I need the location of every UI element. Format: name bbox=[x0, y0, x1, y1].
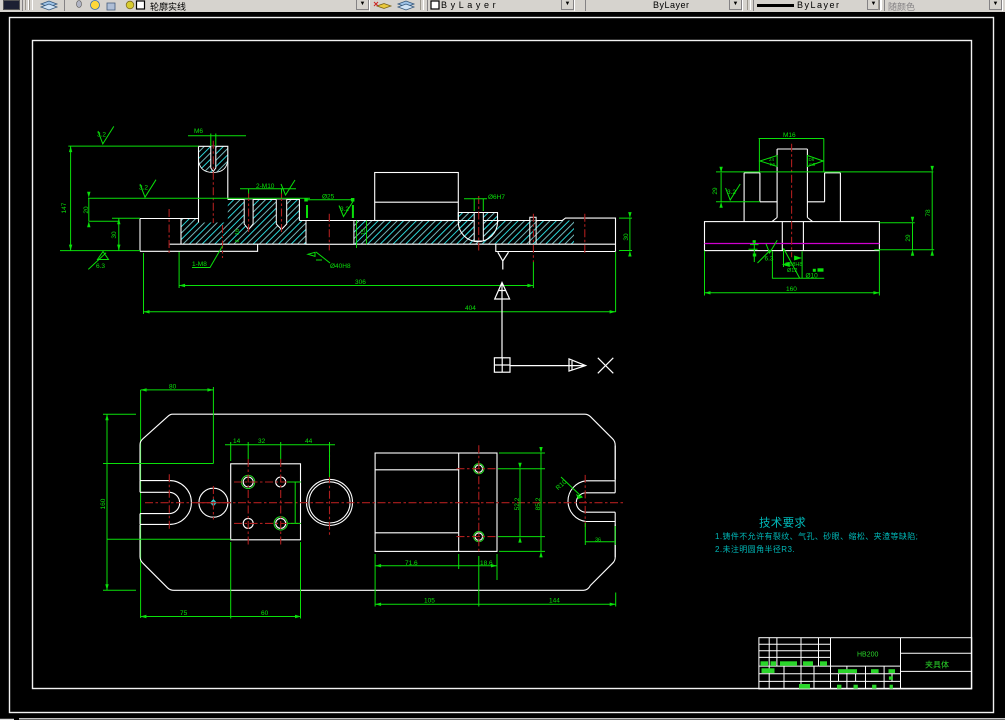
svg-text:71.6: 71.6 bbox=[405, 560, 418, 567]
svg-text:8: 8 bbox=[235, 239, 241, 242]
svg-text:160: 160 bbox=[786, 286, 797, 293]
svg-text:18.6: 18.6 bbox=[480, 560, 493, 567]
svg-text:Ø12: Ø12 bbox=[787, 268, 797, 274]
svg-text:6.3: 6.3 bbox=[96, 263, 105, 270]
svg-text:Ø6H7: Ø6H7 bbox=[488, 194, 505, 201]
svg-text:30: 30 bbox=[111, 231, 118, 239]
svg-text:160: 160 bbox=[100, 498, 107, 509]
svg-text:30: 30 bbox=[623, 233, 630, 241]
svg-text:m5: m5 bbox=[809, 162, 816, 167]
svg-text:2.未注明圆角半径R3.: 2.未注明圆角半径R3. bbox=[715, 544, 795, 554]
svg-text:306: 306 bbox=[355, 279, 366, 286]
svg-text:技术要求: 技术要求 bbox=[759, 517, 806, 530]
svg-text:14: 14 bbox=[233, 438, 241, 445]
svg-text:Ø25: Ø25 bbox=[322, 194, 335, 201]
svg-text:h6: h6 bbox=[770, 162, 776, 167]
svg-text:52.2: 52.2 bbox=[514, 497, 521, 510]
svg-text:M16: M16 bbox=[783, 132, 796, 139]
svg-text:20: 20 bbox=[83, 206, 90, 214]
svg-text:85.2: 85.2 bbox=[535, 497, 542, 510]
svg-text:75: 75 bbox=[180, 610, 188, 617]
svg-text:44: 44 bbox=[305, 438, 313, 445]
svg-text:105: 105 bbox=[424, 598, 435, 605]
svg-text:1-M8: 1-M8 bbox=[192, 261, 207, 268]
svg-text:2-M10: 2-M10 bbox=[256, 183, 275, 190]
svg-text:3.2: 3.2 bbox=[97, 132, 106, 139]
svg-text:16: 16 bbox=[235, 229, 241, 235]
svg-text:Ø10: Ø10 bbox=[806, 273, 819, 280]
svg-text:3.2: 3.2 bbox=[139, 185, 148, 192]
svg-text:HB200: HB200 bbox=[857, 652, 879, 659]
svg-text:144: 144 bbox=[549, 598, 560, 605]
svg-text:29: 29 bbox=[712, 187, 719, 195]
svg-text:29: 29 bbox=[905, 234, 912, 242]
svg-text:404: 404 bbox=[465, 305, 476, 312]
svg-text:Ø40H8: Ø40H8 bbox=[330, 263, 351, 270]
svg-text:1.铸件不允许有裂纹、气孔、砂眼、缩松、夹渣等缺陷;: 1.铸件不允许有裂纹、气孔、砂眼、缩松、夹渣等缺陷; bbox=[715, 531, 918, 541]
svg-text:36: 36 bbox=[595, 538, 601, 544]
svg-text:夹具体: 夹具体 bbox=[925, 660, 949, 670]
svg-text:3.2: 3.2 bbox=[727, 189, 736, 196]
svg-text:M6: M6 bbox=[194, 128, 203, 135]
svg-text:147: 147 bbox=[61, 202, 68, 213]
svg-text:80: 80 bbox=[169, 384, 177, 391]
svg-text:60: 60 bbox=[261, 610, 269, 617]
svg-text:3.2: 3.2 bbox=[340, 206, 349, 213]
svg-text:32: 32 bbox=[258, 438, 266, 445]
svg-text:6.3: 6.3 bbox=[765, 256, 774, 263]
svg-text:15: 15 bbox=[361, 229, 367, 235]
svg-text:78: 78 bbox=[925, 209, 932, 217]
